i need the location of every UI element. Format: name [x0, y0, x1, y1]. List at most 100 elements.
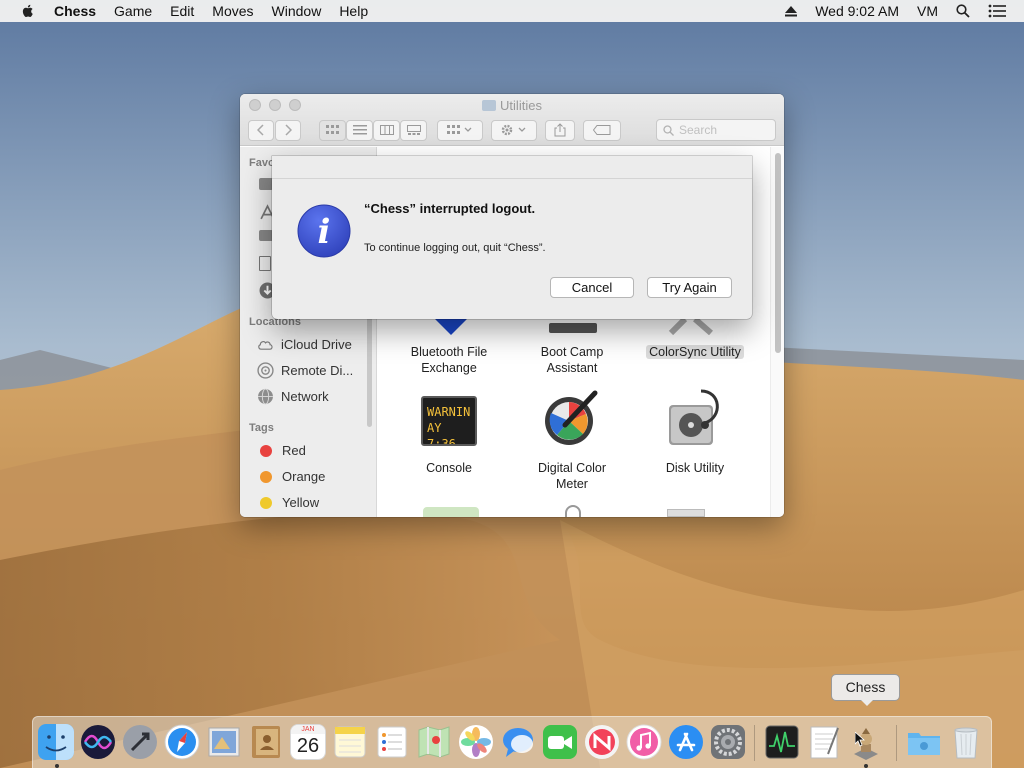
messages-icon[interactable] [500, 724, 536, 760]
launchpad-icon[interactable] [122, 724, 158, 760]
boot-camp-icon[interactable] [549, 323, 597, 335]
menu-moves[interactable]: Moves [212, 3, 253, 19]
photos-icon[interactable] [458, 724, 494, 760]
eject-icon[interactable] [785, 5, 798, 17]
app-label-line1: ColorSync Utility [646, 345, 744, 359]
dock: JAN 26 [32, 716, 992, 768]
app-label-line1: Bluetooth File [410, 345, 488, 359]
cloud-icon [258, 341, 273, 350]
trash-icon[interactable] [948, 724, 984, 760]
bluetooth-file-exchange-icon[interactable] [429, 317, 473, 337]
sidebar-item-network[interactable]: Network [257, 388, 329, 405]
svg-text:i: i [318, 212, 331, 252]
forward-button[interactable] [275, 119, 301, 141]
console-icon-text-2: AY 7:36 [427, 421, 456, 446]
apple-icon[interactable] [20, 3, 36, 19]
view-gallery-button[interactable] [400, 119, 427, 141]
sidebar-item-label: Yellow [282, 495, 320, 510]
sidebar-item-label: Remote Di... [281, 363, 354, 378]
itunes-icon[interactable] [626, 724, 662, 760]
app-label-line2: Meter [556, 477, 588, 491]
sidebar-tag-red[interactable]: Red [257, 443, 306, 458]
view-columns-button[interactable] [373, 119, 400, 141]
sidebar-tags-header: Tags [249, 422, 274, 434]
sidebar-tag-yellow[interactable]: Yellow [257, 495, 319, 510]
menu-clock[interactable]: Wed 9:02 AM [815, 3, 899, 19]
sidebar-tag-orange[interactable]: Orange [257, 469, 325, 484]
safari-icon[interactable] [164, 724, 200, 760]
app-label-line2: Assistant [546, 361, 598, 375]
app-digital-color-meter[interactable]: Digital Color Meter [512, 460, 632, 492]
menu-edit[interactable]: Edit [170, 3, 194, 19]
scrollbar-thumb[interactable] [775, 153, 781, 353]
content-scrollbar[interactable] [770, 147, 784, 517]
view-list-button[interactable] [346, 119, 373, 141]
dock-tooltip: Chess [831, 674, 900, 706]
maps-icon[interactable] [416, 724, 452, 760]
menu-game[interactable]: Game [114, 3, 152, 19]
partial-app-icon-2[interactable] [565, 505, 581, 517]
textedit-icon[interactable] [806, 724, 842, 760]
mouse-cursor [855, 732, 865, 747]
search-icon[interactable] [956, 4, 970, 18]
app-colorsync-utility[interactable]: ColorSync Utility [635, 344, 755, 360]
share-icon [554, 123, 566, 137]
app-label-line2: Exchange [421, 361, 477, 375]
menu-app-name[interactable]: Chess [54, 3, 96, 19]
console-icon[interactable]: WARNIN AY 7:36 [421, 396, 477, 446]
menu-help[interactable]: Help [339, 3, 368, 19]
notes-icon[interactable] [332, 724, 368, 760]
dock-separator [896, 725, 897, 761]
finder-titlebar: Utilities Search [240, 94, 784, 146]
globe-icon [258, 388, 273, 405]
preview-icon[interactable] [206, 724, 242, 760]
downloads-folder-icon[interactable] [906, 724, 942, 760]
news-icon[interactable] [584, 724, 620, 760]
dock-separator [754, 725, 755, 761]
calendar-day: 26 [296, 735, 320, 757]
notification-center-icon[interactable] [988, 4, 1006, 18]
activity-monitor-icon[interactable] [764, 724, 800, 760]
cancel-button[interactable]: Cancel [550, 277, 634, 298]
folder-icon [482, 100, 497, 111]
action-button[interactable] [491, 119, 537, 141]
group-icon [447, 125, 472, 134]
menu-user[interactable]: VM [917, 3, 938, 19]
app-store-icon[interactable] [668, 724, 704, 760]
system-preferences-icon[interactable] [710, 724, 746, 760]
disc-icon [257, 362, 274, 379]
digital-color-meter-icon[interactable] [543, 389, 601, 447]
finder-icon[interactable] [38, 724, 74, 760]
facetime-icon[interactable] [542, 724, 578, 760]
window-title-text: Utilities [500, 98, 542, 113]
app-boot-camp-assistant[interactable]: Boot Camp Assistant [512, 344, 632, 376]
sidebar-item-label: Network [281, 389, 329, 404]
reminders-icon[interactable] [374, 724, 410, 760]
chess-icon[interactable] [848, 724, 884, 760]
running-indicator-finder [55, 764, 59, 768]
back-button[interactable] [248, 119, 274, 141]
calendar-icon[interactable]: JAN 26 [290, 724, 326, 760]
tag-dot-yellow [260, 496, 272, 509]
column-view-icon [379, 125, 394, 135]
partial-app-icon-3[interactable] [667, 509, 705, 517]
disk-utility-icon[interactable] [665, 387, 727, 449]
share-button[interactable] [545, 119, 575, 141]
siri-icon[interactable] [80, 724, 116, 760]
chevron-left-icon [257, 124, 264, 136]
menu-window[interactable]: Window [272, 3, 322, 19]
sidebar-item-icloud-drive[interactable]: iCloud Drive [257, 336, 352, 353]
group-button[interactable] [437, 119, 483, 141]
contacts-icon[interactable] [248, 724, 284, 760]
tags-button[interactable] [583, 119, 621, 141]
info-icon: i [297, 204, 351, 258]
sidebar-item-remote-disc[interactable]: Remote Di... [257, 362, 353, 379]
view-icons-button[interactable] [319, 119, 346, 141]
app-disk-utility[interactable]: Disk Utility [635, 460, 755, 476]
app-console[interactable]: Console [389, 460, 509, 476]
tag-dot-red [260, 444, 272, 457]
app-bluetooth-file-exchange[interactable]: Bluetooth File Exchange [389, 344, 509, 376]
partial-app-icon-1[interactable] [423, 507, 479, 517]
search-field[interactable]: Search [656, 119, 776, 141]
try-again-button[interactable]: Try Again [647, 277, 732, 298]
